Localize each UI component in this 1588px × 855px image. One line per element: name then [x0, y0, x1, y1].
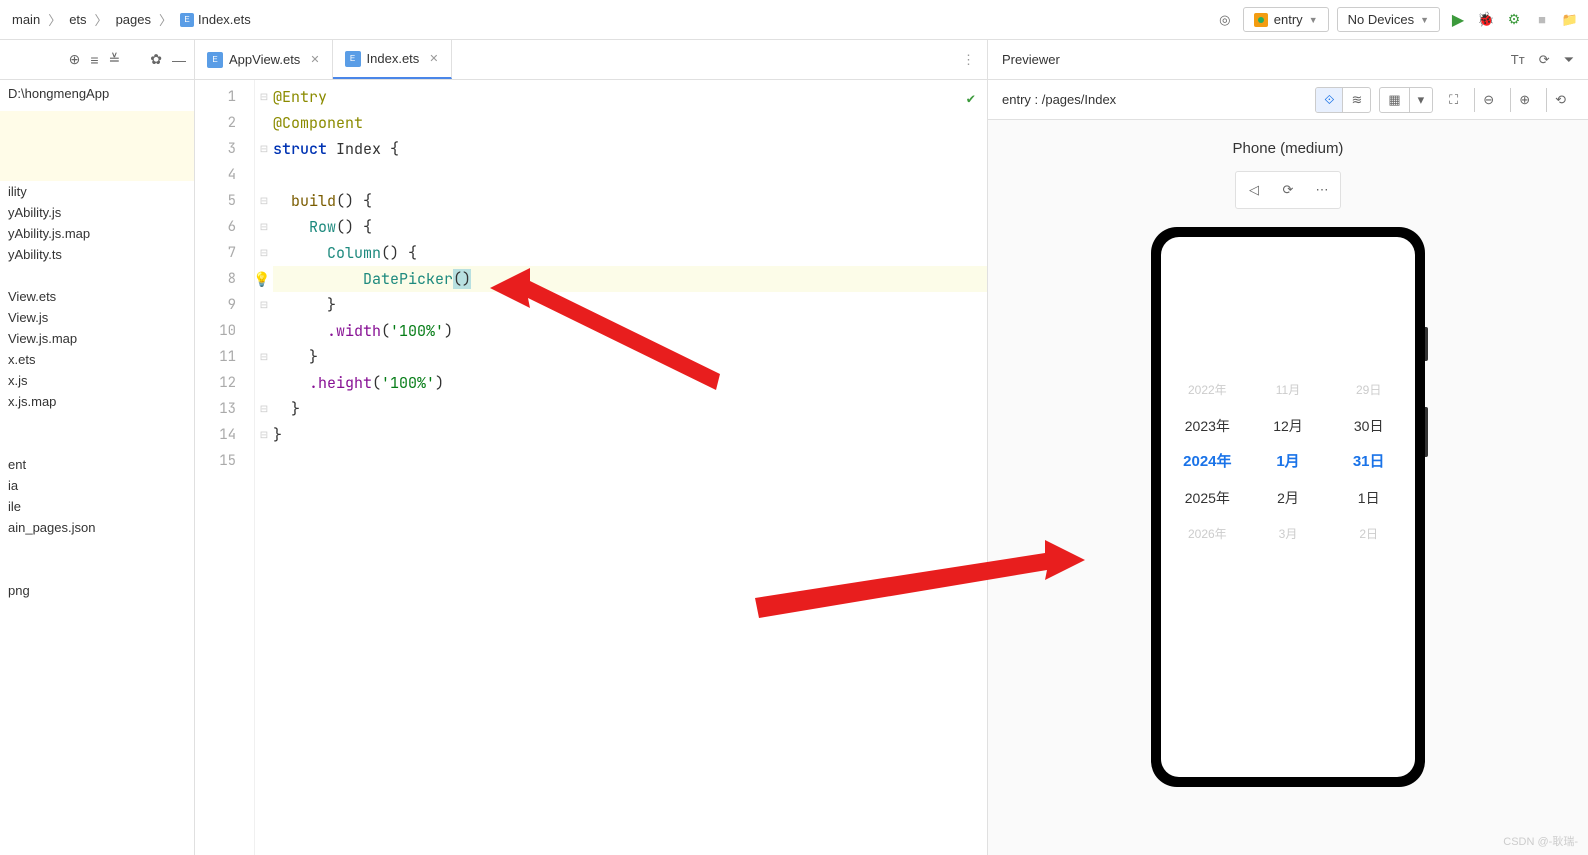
- zoom-in-icon[interactable]: ⊕: [1510, 88, 1538, 112]
- tab-bar: E AppView.ets ✕ E Index.ets ✕ ⋮: [195, 40, 987, 80]
- top-right-toolbar: ◎ entry ▼ No Devices ▼ ▶ 🐞 ⚙ ■ 📁: [1215, 7, 1580, 32]
- top-bar: main 〉 ets 〉 pages 〉 EIndex.ets ◎ entry …: [0, 0, 1588, 40]
- tree-item[interactable]: [0, 559, 194, 580]
- filter-icon[interactable]: ⏷: [1564, 52, 1574, 68]
- tree-item[interactable]: View.js.map: [0, 328, 194, 349]
- tree-item[interactable]: [0, 265, 194, 286]
- chevron-right-icon: 〉: [159, 10, 172, 29]
- breadcrumbs: main 〉 ets 〉 pages 〉 EIndex.ets: [8, 10, 255, 29]
- devices-dropdown[interactable]: No Devices ▼: [1337, 7, 1440, 32]
- phone-frame: 2022年 2023年 2024年 2025年 2026年 11月 12月 1月…: [1151, 227, 1425, 787]
- close-icon[interactable]: ✕: [429, 52, 438, 65]
- entry-dropdown[interactable]: entry ▼: [1243, 7, 1329, 32]
- expand-icon[interactable]: ≚: [109, 51, 121, 68]
- previewer-panel: Previewer Tᴛ ⟳ ⏷ entry : /pages/Index ⟐ …: [988, 40, 1588, 855]
- rotate-device-icon[interactable]: ⟳: [1276, 178, 1300, 202]
- tree-item[interactable]: View.ets: [0, 286, 194, 307]
- breadcrumb-main[interactable]: main: [8, 10, 44, 29]
- tree-item[interactable]: png: [0, 580, 194, 601]
- chevron-right-icon: 〉: [48, 10, 61, 29]
- crop-icon[interactable]: ⛶: [1441, 88, 1466, 112]
- close-icon[interactable]: ✕: [310, 53, 319, 66]
- back-icon[interactable]: ◁: [1242, 178, 1266, 202]
- tab-overflow-icon[interactable]: ⋮: [950, 40, 987, 79]
- tree-item[interactable]: yAbility.ts: [0, 244, 194, 265]
- more-icon[interactable]: ⋯: [1310, 178, 1334, 202]
- gear-icon[interactable]: ✿: [150, 51, 162, 68]
- preview-canvas: Phone (medium) ◁ ⟳ ⋯ 2022年 2023年 2024年 2…: [988, 120, 1588, 855]
- tree-item[interactable]: ile: [0, 496, 194, 517]
- project-tree: ilityyAbility.jsyAbility.js.mapyAbility.…: [0, 107, 194, 605]
- project-panel: ⊕ ≡ ≚ ✿ — D:\hongmengApp ilityyAbility.j…: [0, 40, 195, 855]
- ets-file-icon: E: [345, 51, 361, 67]
- previewer-title: Previewer: [1002, 52, 1060, 67]
- tab-appview[interactable]: E AppView.ets ✕: [195, 40, 333, 79]
- tab-index[interactable]: E Index.ets ✕: [333, 40, 452, 79]
- chevron-down-icon[interactable]: ▾: [1409, 88, 1433, 112]
- tree-item[interactable]: View.js: [0, 307, 194, 328]
- code-editor[interactable]: 123456789101112131415 ⊟⊟ ⊟⊟⊟ ⊟⊟ ⊟⊟ ✔ 💡 @…: [195, 80, 987, 855]
- date-picker[interactable]: 2022年 2023年 2024年 2025年 2026年 11月 12月 1月…: [1161, 372, 1415, 552]
- refresh-icon[interactable]: ⟳: [1539, 52, 1550, 68]
- profile-icon[interactable]: ⚙: [1504, 10, 1524, 30]
- day-column[interactable]: 29日 30日 31日 1日 2日: [1328, 372, 1409, 552]
- phone-screen[interactable]: 2022年 2023年 2024年 2025年 2026年 11月 12月 1月…: [1161, 237, 1415, 777]
- rotate-icon[interactable]: ⟲: [1546, 88, 1574, 112]
- month-column[interactable]: 11月 12月 1月 2月 3月: [1248, 372, 1329, 552]
- project-toolbar: ⊕ ≡ ≚ ✿ —: [0, 40, 194, 80]
- tree-item[interactable]: x.js.map: [0, 391, 194, 412]
- code-area[interactable]: ✔ 💡 @Entry @Component struct Index { bui…: [273, 80, 987, 855]
- breadcrumb-file[interactable]: EIndex.ets: [176, 10, 255, 29]
- font-icon[interactable]: Tᴛ: [1511, 52, 1525, 68]
- preview-path: entry : /pages/Index: [1002, 92, 1116, 107]
- run-icon[interactable]: ▶: [1448, 10, 1468, 30]
- tree-item[interactable]: x.js: [0, 370, 194, 391]
- module-icon: [1254, 13, 1268, 27]
- grid-icon[interactable]: ▦: [1380, 88, 1408, 112]
- year-column[interactable]: 2022年 2023年 2024年 2025年 2026年: [1167, 372, 1248, 552]
- debug-icon[interactable]: 🐞: [1476, 10, 1496, 30]
- collapse-icon[interactable]: ≡: [90, 52, 98, 68]
- tree-item[interactable]: x.ets: [0, 349, 194, 370]
- device-controls: ◁ ⟳ ⋯: [1235, 171, 1341, 209]
- breadcrumb-ets[interactable]: ets: [65, 10, 90, 29]
- target-icon[interactable]: ◎: [1215, 10, 1235, 30]
- chevron-down-icon: ▼: [1420, 15, 1429, 25]
- tree-item[interactable]: yAbility.js.map: [0, 223, 194, 244]
- watermark: CSDN @-耿瑞-: [1503, 833, 1578, 849]
- tree-item[interactable]: ia: [0, 475, 194, 496]
- lightbulb-icon[interactable]: 💡: [253, 267, 270, 293]
- more-icon[interactable]: 📁: [1560, 10, 1580, 30]
- device-label: Phone (medium): [1233, 140, 1344, 157]
- tree-item[interactable]: ain_pages.json: [0, 517, 194, 538]
- editor-panel: E AppView.ets ✕ E Index.ets ✕ ⋮ 12345678…: [195, 40, 988, 855]
- project-path[interactable]: D:\hongmengApp: [0, 80, 194, 107]
- minimize-icon[interactable]: —: [172, 52, 186, 68]
- zoom-out-icon[interactable]: ⊖: [1474, 88, 1502, 112]
- chevron-down-icon: ▼: [1309, 15, 1318, 25]
- previewer-header: Previewer Tᴛ ⟳ ⏷: [988, 40, 1588, 80]
- chevron-right-icon: 〉: [95, 10, 108, 29]
- breadcrumb-pages[interactable]: pages: [112, 10, 155, 29]
- ets-file-icon: E: [180, 13, 194, 27]
- tree-item[interactable]: yAbility.js: [0, 202, 194, 223]
- tree-item[interactable]: [0, 538, 194, 559]
- ets-file-icon: E: [207, 52, 223, 68]
- tree-item[interactable]: ility: [0, 181, 194, 202]
- inspect-icon[interactable]: ⟐: [1316, 88, 1342, 112]
- tree-item[interactable]: [0, 412, 194, 433]
- tree-item[interactable]: [0, 433, 194, 454]
- stop-icon[interactable]: ■: [1532, 10, 1552, 30]
- layers-icon[interactable]: ≋: [1342, 88, 1370, 112]
- previewer-subbar: entry : /pages/Index ⟐ ≋ ▦ ▾ ⛶ ⊖ ⊕ ⟲: [988, 80, 1588, 120]
- tree-item[interactable]: ent: [0, 454, 194, 475]
- check-icon[interactable]: ✔: [967, 86, 975, 112]
- target-icon[interactable]: ⊕: [69, 51, 81, 68]
